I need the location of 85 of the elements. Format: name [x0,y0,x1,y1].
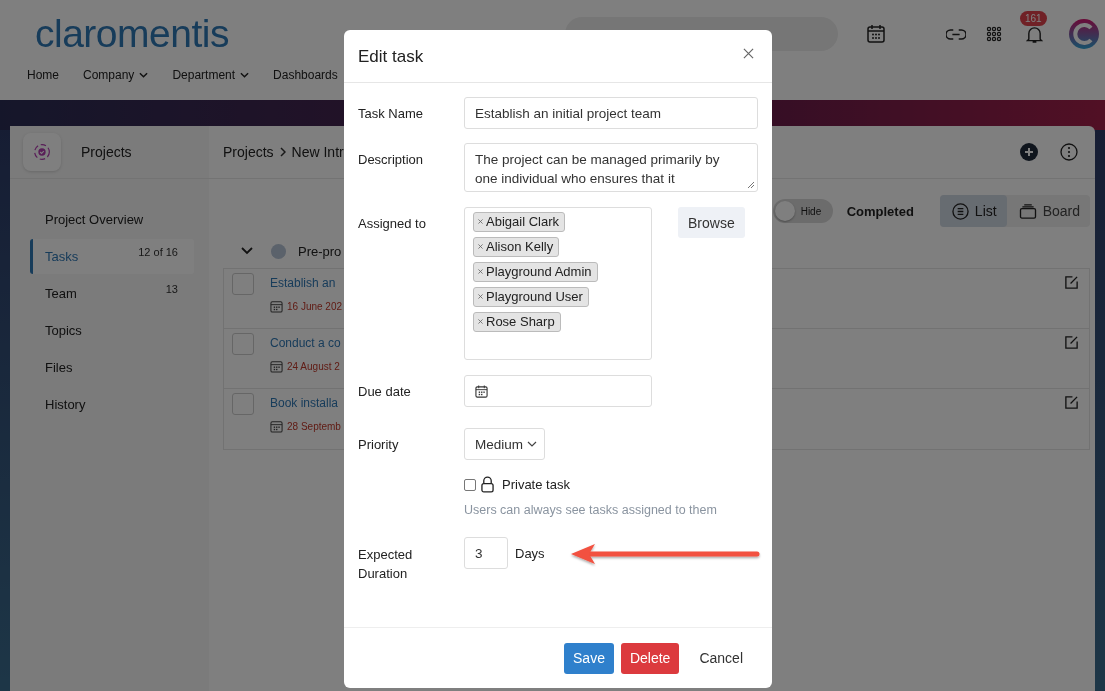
group-name: Pre-pro [298,243,342,259]
due-date: 24 August 2 [287,361,340,372]
due-date: 16 June 202 [287,301,343,312]
cancel-button[interactable]: Cancel [690,642,752,674]
lock-icon [481,476,494,493]
remove-icon[interactable] [478,244,483,249]
task-link[interactable]: Book installa [270,396,341,410]
due-date-field[interactable] [464,375,652,407]
edit-icon[interactable] [1064,335,1079,350]
field-label: Priority [358,436,400,452]
link-icon[interactable] [946,27,966,41]
calendar-icon[interactable] [475,384,488,398]
field-label: Description [358,151,425,167]
breadcrumb-current: New Intr [291,144,344,160]
field-label: Due date [358,383,412,399]
avatar-icon[interactable] [1069,19,1099,49]
sidebar-item[interactable]: Tasks 12 of 16 [30,239,194,274]
edit-icon[interactable] [1064,395,1079,410]
caret-icon[interactable] [527,441,537,447]
field-label: Expected Duration [358,546,414,583]
private-task-checkbox[interactable] [464,478,476,491]
more-options-icon[interactable] [1060,143,1078,161]
browse-button[interactable]: Browse [678,207,745,238]
nav-item[interactable]: Department [172,68,250,82]
duration-field[interactable]: 3 [464,537,508,569]
status-dot [271,243,286,259]
help-text: Users can always see tasks assigned to them [464,503,717,517]
list-view-tab[interactable]: List [939,195,1007,227]
hide-toggle[interactable]: Hide [772,199,833,223]
calendar-icon [270,420,283,433]
remove-icon[interactable] [478,219,483,224]
description-field[interactable]: The project can be managed primarily by one individual who ensures that it [464,143,758,192]
task-link[interactable]: Establish an [270,276,343,290]
sidebar-item[interactable]: Team 13 [30,276,194,311]
assignee-tag[interactable]: Playground Admin [473,262,598,282]
task-checkbox[interactable] [232,333,254,355]
save-button[interactable]: Save [564,642,614,674]
calendar-icon [270,360,283,373]
task-checkbox[interactable] [232,393,254,415]
chevron-right-icon [279,147,286,157]
add-icon[interactable] [1020,143,1038,161]
priority-select[interactable]: Medium [464,428,545,460]
caret-icon[interactable] [139,72,149,78]
collapse-chevron-icon[interactable] [241,247,253,255]
assignee-tag[interactable]: Rose Sharp [473,312,561,332]
sidebar-item[interactable]: Project Overview [30,202,194,237]
breadcrumb-link[interactable]: Projects [223,144,274,160]
field-label: Assigned to [358,215,427,231]
remove-icon[interactable] [478,269,483,274]
app-title: Projects [81,144,132,160]
nav-item[interactable]: Company [83,68,149,82]
edit-icon[interactable] [1064,275,1079,290]
task-checkbox[interactable] [232,273,254,295]
assignee-tag[interactable]: Playground User [473,287,589,307]
nav-item[interactable]: Home [27,68,59,82]
remove-icon[interactable] [478,319,483,324]
delete-button[interactable]: Delete [620,642,680,674]
sidebar-item[interactable]: History [30,387,194,422]
apps-grid-icon[interactable] [986,26,1002,42]
board-view-tab[interactable]: Board [1006,195,1090,227]
filter-label: Completed [846,203,914,219]
calendar-icon [270,300,283,313]
sidebar-item[interactable]: Topics [30,313,194,348]
calendar-icon[interactable] [866,24,886,44]
list-icon[interactable] [951,202,969,220]
projects-app-icon [23,133,61,171]
sidebar-item[interactable]: Files [30,350,194,385]
task-name-field[interactable]: Establish an initial project team [464,97,758,129]
nav-item[interactable]: Dashboards [273,68,338,82]
bell-icon[interactable] [1026,24,1043,44]
board-icon[interactable] [1018,203,1037,219]
due-date: 28 Septemb [287,421,341,432]
unit-label: Days [515,545,545,561]
remove-icon[interactable] [478,294,483,299]
notification-badge: 161 [1020,10,1047,26]
assignee-tag[interactable]: Alison Kelly [473,237,560,257]
checkbox-label: Private task [502,477,570,492]
assignee-tag[interactable]: Abigail Clark [473,212,565,232]
assignee-field[interactable]: Abigail Clark Alison Kelly Playground Admin Playground User Rose Sharp [464,207,652,360]
dialog-title: Edit task [358,46,424,67]
close-icon[interactable] [743,47,754,59]
caret-icon[interactable] [240,72,250,78]
field-label: Task Name [358,105,425,121]
resize-handle-icon[interactable] [747,181,755,189]
task-link[interactable]: Conduct a co [270,336,341,350]
